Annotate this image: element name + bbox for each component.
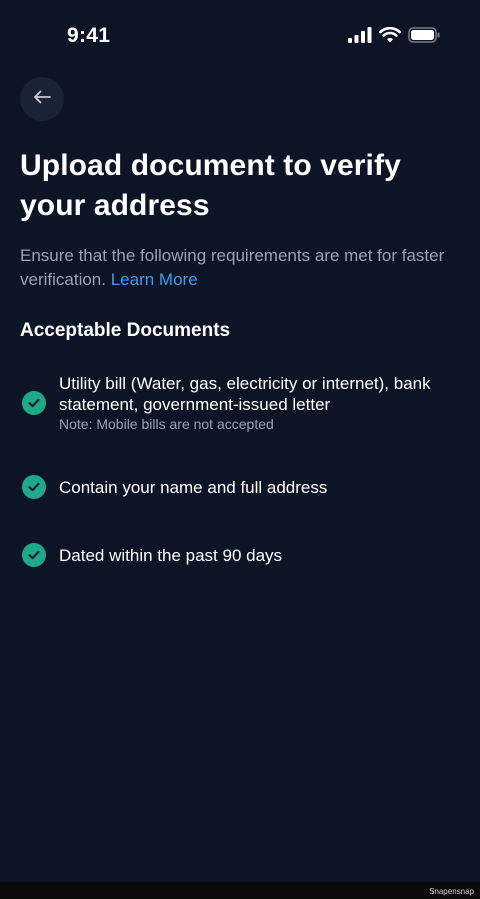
status-icons xyxy=(348,26,440,48)
wifi-icon xyxy=(379,26,401,48)
footer-bar: Snapensnap xyxy=(0,882,480,899)
status-time: 9:41 xyxy=(67,24,111,47)
check-circle-icon xyxy=(22,475,46,499)
watermark: Snapensnap xyxy=(429,887,474,896)
section-heading: Acceptable Documents xyxy=(20,320,231,341)
subtitle-text: Ensure that the following requirements a… xyxy=(20,246,445,289)
arrow-left-icon xyxy=(33,90,51,109)
cellular-signal-icon xyxy=(348,27,372,48)
requirement-content: Utility bill (Water, gas, electricity or… xyxy=(59,373,462,433)
requirement-label: Dated within the past 90 days xyxy=(59,545,283,565)
requirement-item: Utility bill (Water, gas, electricity or… xyxy=(22,373,462,433)
back-button[interactable] xyxy=(20,77,64,121)
requirement-item: Dated within the past 90 days xyxy=(22,543,462,567)
status-bar: 9:41 xyxy=(0,0,480,72)
requirement-label: Utility bill (Water, gas, electricity or… xyxy=(59,374,431,414)
requirement-item: Contain your name and full address xyxy=(22,475,462,499)
check-circle-icon xyxy=(22,391,46,415)
battery-icon xyxy=(408,27,440,48)
learn-more-link[interactable]: Learn More xyxy=(111,270,198,289)
check-circle-icon xyxy=(22,543,46,567)
page-subtitle: Ensure that the following requirements a… xyxy=(20,244,460,292)
requirement-label: Contain your name and full address xyxy=(59,477,328,497)
page-title: Upload document to verify your address xyxy=(20,149,401,222)
requirement-note: Note: Mobile bills are not accepted xyxy=(59,416,274,432)
